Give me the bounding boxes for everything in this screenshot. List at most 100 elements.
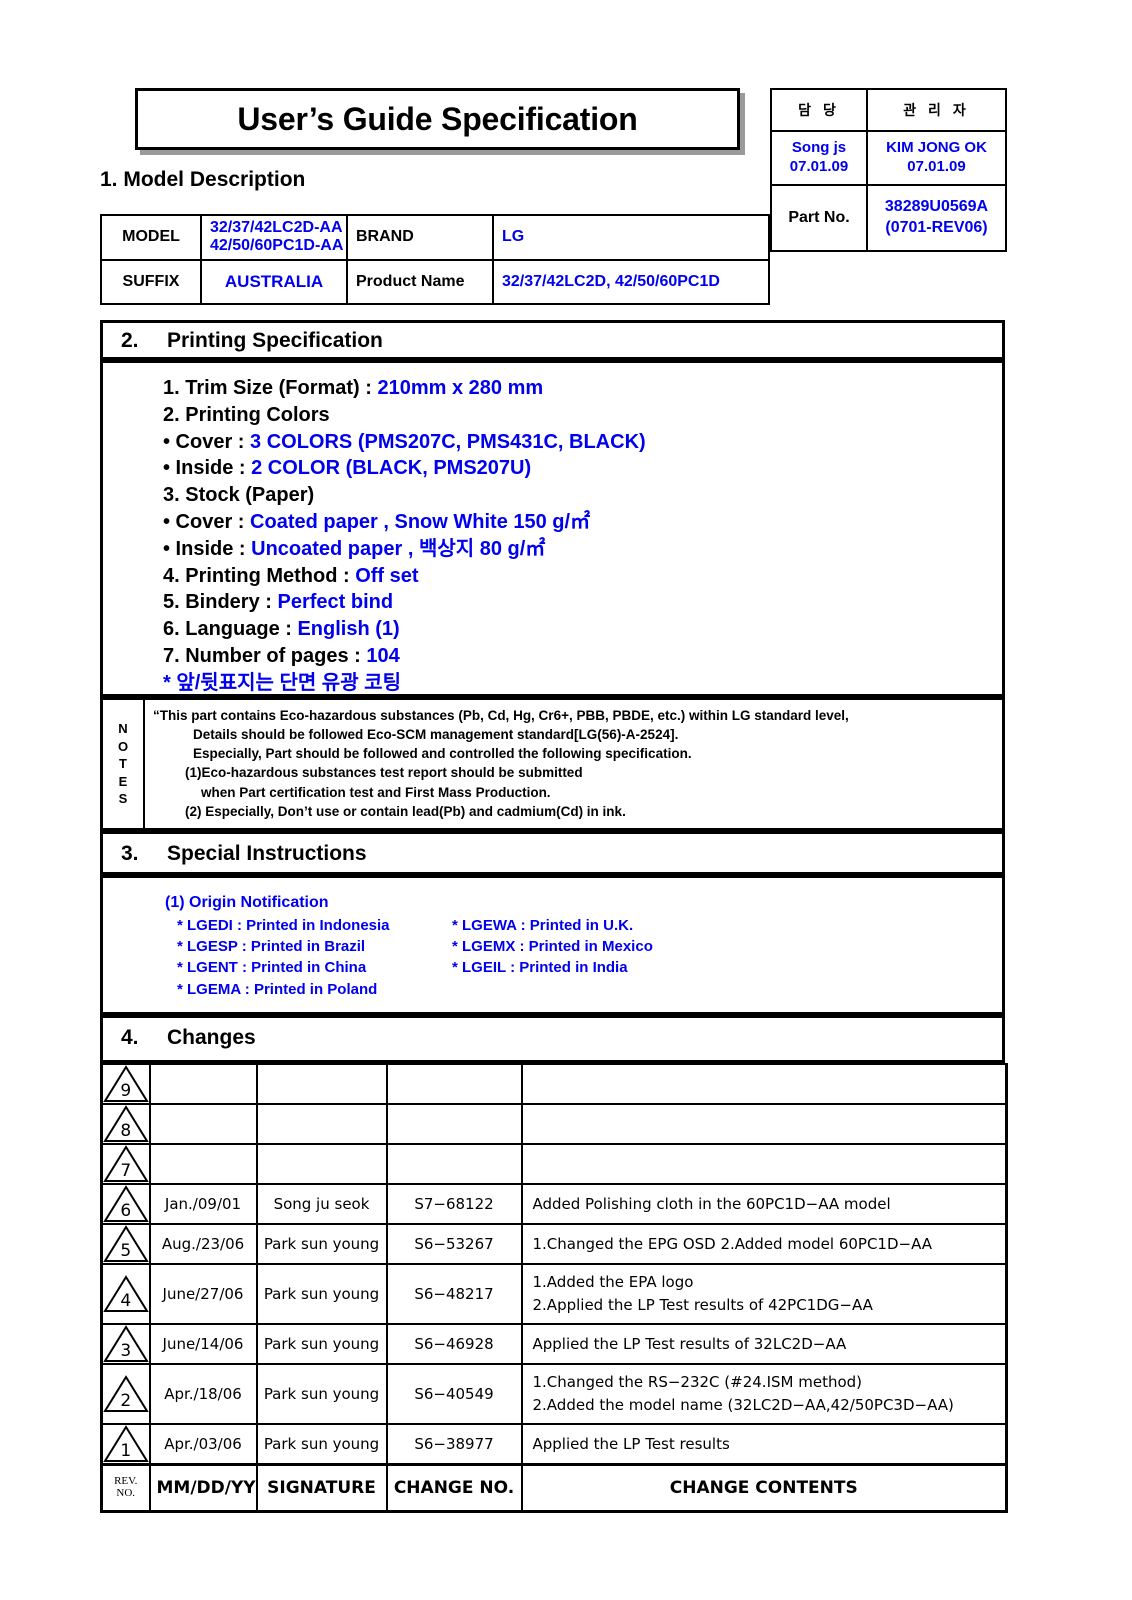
- change-date-cell: Aug./23/06: [148, 1223, 258, 1265]
- revision-number: 4: [120, 1291, 132, 1311]
- revision-marker-cell: 5: [101, 1223, 151, 1265]
- origin-entry-right: * LGEMX : Printed in Mexico: [452, 938, 653, 956]
- revision-triangle-icon: 2: [102, 1375, 149, 1413]
- revision-triangle-icon: 8: [102, 1105, 149, 1143]
- spec-item-label: • Inside :: [163, 537, 252, 560]
- approval-col1-header: 담 당: [770, 88, 868, 132]
- model-value: 32/37/42LC2D-AA 42/50/60PC1D-AA: [200, 214, 348, 261]
- spec-item: 6. Language : English (1): [163, 616, 1002, 643]
- change-signature-cell: Song ju seok: [255, 1183, 388, 1225]
- product-name-label: Product Name: [346, 258, 494, 305]
- revision-triangle-icon: 5: [102, 1225, 149, 1263]
- revision-number: 8: [120, 1121, 132, 1141]
- spec-item: 3. Stock (Paper): [163, 482, 1002, 509]
- change-number-cell: S6−40549: [385, 1363, 523, 1425]
- spec-item-value: 210mm x 280 mm: [377, 377, 544, 399]
- approver-1-name: Song js: [791, 139, 847, 157]
- origin-row: * LGENT : Printed in China * LGEIL : Prin…: [165, 957, 1002, 978]
- change-number-cell: [385, 1143, 523, 1185]
- revision-number: 1: [120, 1441, 132, 1461]
- change-signature-cell: Park sun young: [255, 1423, 388, 1466]
- model-value-line-1: 32/37/42LC2D-AA: [210, 219, 343, 236]
- section-2-header-box: 2. Printing Specification: [100, 320, 1005, 360]
- table-row: 6 Jan./09/01 Song ju seok S7−68122 Added Pol…: [101, 1183, 1008, 1225]
- spec-item-label: 2. Printing Colors: [163, 403, 330, 426]
- notes-label-char: O: [117, 738, 129, 754]
- part-no-value-cell: 38289U0569A (0701-REV06): [866, 184, 1007, 252]
- change-contents-cell: 1.Changed the EPG OSD 2.Added model 60PC…: [520, 1223, 1008, 1265]
- change-contents-cell: [520, 1063, 1008, 1105]
- revision-triangle-icon: 6: [102, 1185, 149, 1223]
- revision-number: 9: [120, 1081, 132, 1101]
- revision-marker-cell: 9: [101, 1063, 151, 1105]
- table-row: 4 June/27/06 Park sun young S6−48217 1.Added…: [101, 1263, 1008, 1325]
- spec-item-label: 1. Trim Size (Format) :: [163, 377, 378, 399]
- part-no-label: Part No.: [770, 184, 868, 252]
- change-signature-cell: Park sun young: [255, 1223, 388, 1265]
- spec-item: 5. Bindery : Perfect bind: [163, 589, 1002, 616]
- notes-line: when Part certification test and First M…: [201, 784, 551, 800]
- revision-triangle-icon: 4: [102, 1275, 149, 1313]
- revision-marker-cell: 8: [101, 1103, 151, 1145]
- table-row: 7: [101, 1143, 1008, 1185]
- spec-item-label: 7. Number of pages :: [163, 644, 367, 667]
- origin-entry-left: * LGENT : Printed in China: [177, 959, 367, 977]
- suffix-row: SUFFIX AUSTRALIA Product Name 32/37/42LC…: [100, 258, 770, 305]
- spec-item-label: 6. Language :: [163, 618, 298, 641]
- section-2-title: 2. Printing Specification: [103, 323, 1002, 359]
- revision-marker-cell: 6: [101, 1183, 151, 1225]
- change-date-cell: June/27/06: [148, 1263, 258, 1325]
- change-contents-line: 1.Changed the RS−232C (#24.ISM method): [532, 1372, 863, 1391]
- change-contents-line: 1.Changed the EPG OSD 2.Added model 60PC…: [532, 1235, 933, 1253]
- change-signature-cell: Park sun young: [255, 1323, 388, 1365]
- change-signature-cell: Park sun young: [255, 1263, 388, 1325]
- notes-label-char: S: [118, 791, 128, 807]
- rev-no-header-line: NO.: [116, 1487, 136, 1499]
- suffix-value: AUSTRALIA: [200, 258, 348, 305]
- notes-line: Details should be followed Eco-SCM manag…: [193, 727, 679, 743]
- approval-col2-header: 관 리 자: [866, 88, 1007, 132]
- spec-item-value: Uncoated paper , 백상지 80 g/㎡: [251, 537, 546, 560]
- table-row: 9: [101, 1063, 1008, 1105]
- change-contents-line: 2.Added the model name (32LC2D−AA,42/50P…: [532, 1396, 954, 1414]
- revision-number: 6: [120, 1201, 132, 1221]
- notes-line: Especially, Part should be followed and …: [193, 746, 692, 762]
- document-title-box: User’s Guide Specification: [135, 88, 740, 150]
- change-contents-cell: [520, 1103, 1008, 1145]
- origin-entry-right: * LGEIL : Printed in India: [452, 959, 628, 977]
- spec-item: 4. Printing Method : Off set: [163, 563, 1002, 590]
- spec-item-label: 4. Printing Method :: [163, 564, 356, 587]
- spec-item-value: Off set: [355, 564, 419, 587]
- approval-col1-signature: Song js 07.01.09: [770, 130, 868, 186]
- change-contents-header: CHANGE CONTENTS: [520, 1463, 1008, 1513]
- origin-entry-left: * LGESP : Printed in Brazil: [177, 938, 366, 956]
- revision-number: 3: [120, 1341, 132, 1361]
- spec-item: 2. Printing Colors: [163, 402, 1002, 429]
- table-row: 1 Apr./03/06 Park sun young S6−38977 Applied…: [101, 1423, 1008, 1466]
- product-name-value: 32/37/42LC2D, 42/50/60PC1D: [492, 258, 770, 305]
- section-2-number: 2.: [121, 329, 139, 352]
- revision-marker-cell: 4: [101, 1263, 151, 1325]
- section-3-number: 3.: [121, 842, 139, 865]
- spec-item: • Cover : Coated paper , Snow White 150 …: [163, 509, 1002, 536]
- revision-marker-cell: 1: [101, 1423, 151, 1466]
- part-no-revision: (0701-REV06): [885, 219, 988, 236]
- section-4-number: 4.: [121, 1026, 139, 1049]
- notes-box: N O T E S “This part contains Eco-hazard…: [100, 697, 1005, 831]
- change-number-cell: S6−46928: [385, 1323, 523, 1365]
- approval-header-row: 담 당 관 리 자: [770, 88, 1007, 132]
- change-date-cell: [148, 1143, 258, 1185]
- change-contents-cell: 1.Added the EPA logo 2.Applied the LP Tes…: [520, 1263, 1008, 1325]
- spec-item-label: • Inside :: [163, 457, 252, 480]
- revision-number: 5: [120, 1241, 132, 1261]
- table-row: 5 Aug./23/06 Park sun young S6−53267 1.Chang…: [101, 1223, 1008, 1265]
- table-header-row: REV. NO. MM/DD/YY SIGNATURE CHANGE NO. CHANGE…: [101, 1463, 1008, 1513]
- change-no-header: CHANGE NO.: [385, 1463, 523, 1513]
- revision-number: 2: [120, 1391, 132, 1411]
- part-number-row: Part No. 38289U0569A (0701-REV06): [770, 184, 1007, 252]
- origin-row: * LGESP : Printed in Brazil * LGEMX : Pri…: [165, 936, 1002, 957]
- change-date-cell: June/14/06: [148, 1323, 258, 1365]
- approval-col2-signature: KIM JONG OK 07.01.09: [866, 130, 1007, 186]
- section-4-title: 4. Changes: [103, 1018, 1002, 1058]
- notes-label-char: N: [118, 721, 128, 737]
